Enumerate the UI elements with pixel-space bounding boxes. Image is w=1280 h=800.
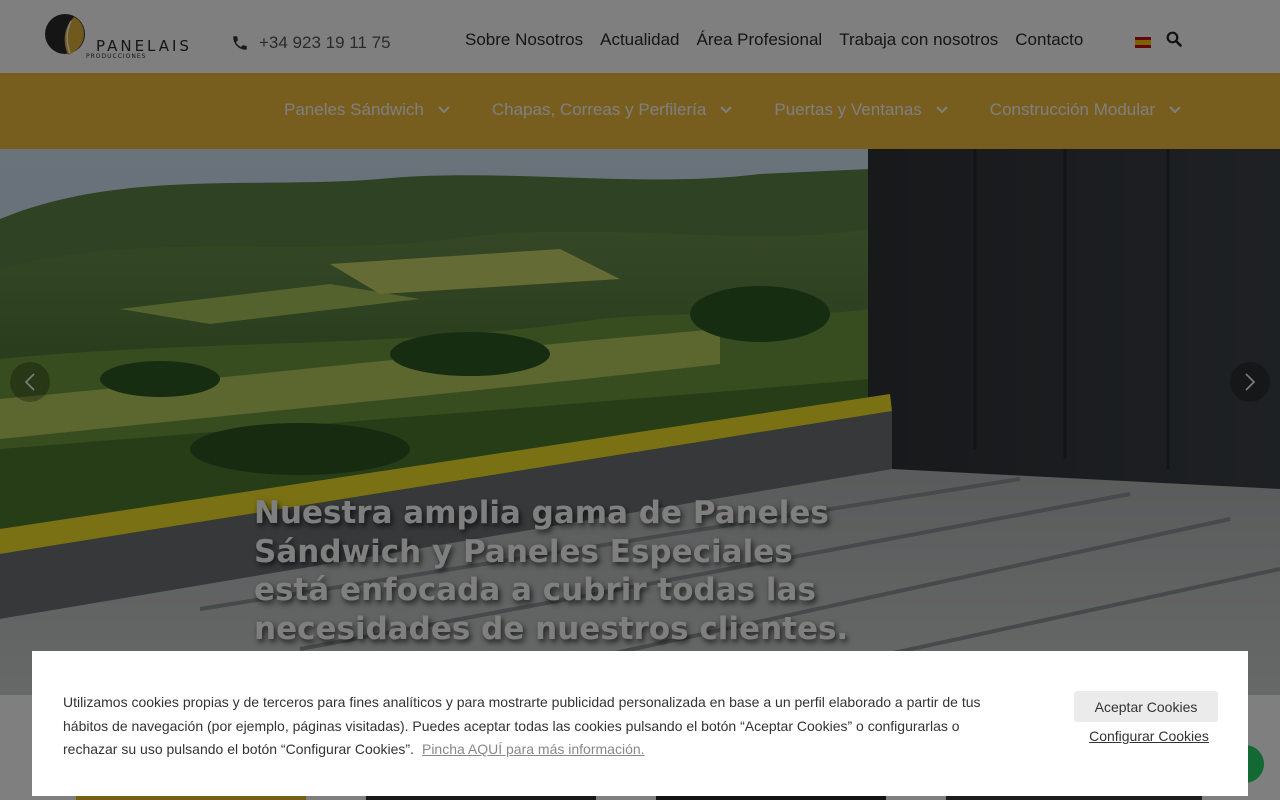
accept-cookies-button[interactable]: Aceptar Cookies: [1074, 691, 1218, 722]
cookie-text: Utilizamos cookies propias y de terceros…: [63, 691, 993, 762]
cookie-banner: Utilizamos cookies propias y de terceros…: [32, 651, 1248, 796]
cookie-info-link[interactable]: Pincha AQUÍ para más información.: [422, 741, 645, 757]
configure-cookies-link[interactable]: Configurar Cookies: [1074, 728, 1224, 744]
